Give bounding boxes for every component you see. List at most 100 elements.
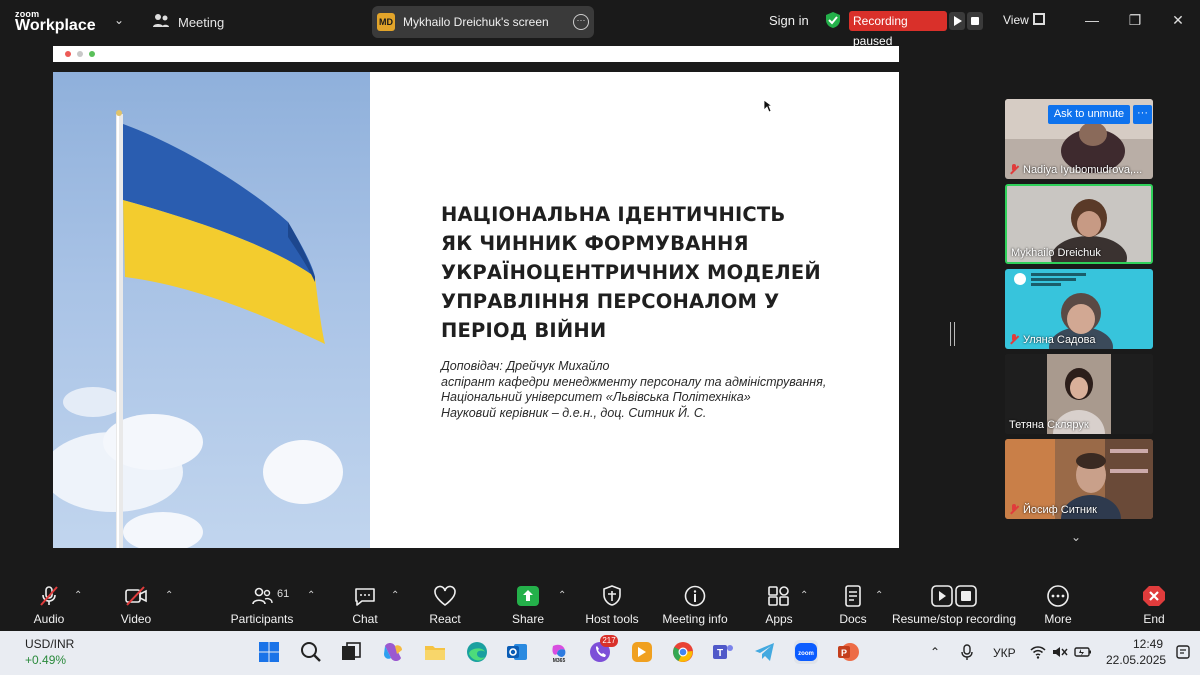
apps-button[interactable]: Apps bbox=[758, 576, 800, 630]
speaker-muted-icon[interactable] bbox=[1052, 645, 1068, 659]
file-explorer-icon[interactable] bbox=[423, 640, 447, 664]
edge-browser-icon[interactable] bbox=[465, 640, 489, 664]
notification-badge: 217 bbox=[600, 635, 618, 647]
participant-count: 61 bbox=[277, 588, 290, 600]
end-label: End bbox=[1143, 612, 1165, 626]
mic-off-icon bbox=[40, 586, 58, 606]
mic-muted-icon bbox=[1009, 164, 1019, 174]
ticker-name[interactable]: USD/INR bbox=[25, 637, 74, 651]
react-button[interactable]: React bbox=[424, 576, 466, 630]
chat-label: Chat bbox=[352, 612, 378, 626]
sign-in-link[interactable]: Sign in bbox=[769, 13, 809, 28]
restore-button[interactable]: ❐ bbox=[1125, 10, 1145, 30]
docs-options-caret-icon[interactable]: ⌃ bbox=[875, 590, 883, 601]
outlook-icon[interactable] bbox=[505, 640, 529, 664]
share-indicator[interactable]: MD Mykhailo Dreichuk's screen ··· bbox=[372, 6, 594, 38]
slide-title-line: НАЦІОНАЛЬНА ІДЕНТИЧНІСТЬ bbox=[441, 203, 786, 226]
meeting-tab[interactable]: Meeting bbox=[178, 15, 224, 30]
resume-stop-recording-button[interactable]: Resume/stop recording bbox=[890, 576, 1018, 630]
more-button[interactable]: More bbox=[1037, 576, 1079, 630]
participants-label: Participants bbox=[230, 612, 294, 626]
chrome-icon[interactable] bbox=[671, 640, 695, 664]
window-dot-green bbox=[89, 51, 95, 57]
mouse-cursor-icon bbox=[763, 99, 773, 113]
resume-recording-button[interactable] bbox=[949, 12, 965, 30]
tray-chevron-up-icon[interactable]: ⌃ bbox=[930, 645, 940, 659]
chevron-down-icon[interactable]: ⌄ bbox=[1071, 530, 1081, 544]
clock-date[interactable]: 22.05.2025 bbox=[1106, 653, 1166, 667]
battery-icon[interactable] bbox=[1074, 645, 1092, 659]
ukraine-flag-image bbox=[53, 72, 370, 548]
windows-start-icon[interactable] bbox=[257, 640, 281, 664]
meeting-info-button[interactable]: Meeting info bbox=[659, 576, 731, 630]
minimize-button[interactable]: — bbox=[1082, 10, 1102, 30]
telegram-icon[interactable] bbox=[753, 640, 777, 664]
task-view-icon[interactable] bbox=[339, 640, 363, 664]
input-language[interactable]: УКР bbox=[993, 646, 1016, 660]
info-icon bbox=[684, 585, 706, 607]
share-button[interactable]: Share bbox=[507, 576, 549, 630]
chat-button[interactable]: Chat bbox=[345, 576, 385, 630]
notifications-icon[interactable] bbox=[1176, 645, 1190, 659]
m365-icon[interactable]: M365 bbox=[547, 640, 571, 664]
participant-tile[interactable]: Ask to unmute ··· Nadiya Iyubomudrova,..… bbox=[1005, 99, 1153, 179]
audio-label: Audio bbox=[33, 612, 65, 626]
powerpoint-icon[interactable]: P bbox=[836, 640, 860, 664]
speaker-line: Науковий керівник – д.е.н., доц. Ситник … bbox=[441, 405, 707, 420]
shield-check-icon[interactable] bbox=[824, 11, 842, 29]
video-options-caret-icon[interactable]: ⌃ bbox=[165, 590, 173, 601]
participant-more-button[interactable]: ··· bbox=[1133, 105, 1152, 124]
grid-icon[interactable] bbox=[1033, 13, 1045, 25]
participant-name-text: Nadiya Iyubomudrova,... bbox=[1023, 164, 1143, 176]
svg-text:M365: M365 bbox=[553, 658, 566, 664]
participant-tile[interactable]: Тетяна Склярук bbox=[1005, 354, 1153, 434]
participant-tile-active[interactable]: Mykhailo Dreichuk bbox=[1005, 184, 1153, 264]
slide-title-line: ПЕРІОД ВІЙНИ bbox=[441, 319, 607, 342]
participant-name: Nadiya Iyubomudrova,... bbox=[1009, 164, 1142, 176]
docs-button[interactable]: Docs bbox=[832, 576, 874, 630]
svg-text:zoom: zoom bbox=[798, 651, 814, 657]
clock-time[interactable]: 12:49 bbox=[1133, 637, 1163, 651]
audio-button[interactable]: Audio bbox=[22, 576, 76, 630]
ask-to-unmute-button[interactable]: Ask to unmute bbox=[1048, 105, 1130, 124]
share-options-caret-icon[interactable]: ⌃ bbox=[558, 590, 566, 601]
recording-app-icon[interactable] bbox=[630, 640, 654, 664]
end-meeting-button[interactable]: End bbox=[1134, 576, 1174, 630]
more-icon bbox=[1047, 585, 1069, 607]
close-window-button[interactable]: ✕ bbox=[1168, 10, 1188, 30]
recording-status-badge: Recording paused bbox=[849, 11, 947, 48]
wifi-icon[interactable] bbox=[1030, 645, 1046, 659]
shared-slide[interactable]: НАЦІОНАЛЬНА ІДЕНТИЧНІСТЬ ЯК ЧИННИК ФОРМУ… bbox=[53, 72, 899, 548]
title-bar: zoom Workplace ⌄ Meeting MD Mykhailo Dre… bbox=[0, 0, 1200, 48]
speaker-line: Національний університет «Львівська Полі… bbox=[441, 390, 751, 404]
participant-name: Уляна Садова bbox=[1009, 334, 1095, 346]
participant-name: Тетяна Склярук bbox=[1009, 419, 1089, 431]
apps-options-caret-icon[interactable]: ⌃ bbox=[800, 590, 808, 601]
view-button[interactable]: View bbox=[1003, 13, 1029, 27]
panel-resize-handle[interactable] bbox=[950, 322, 955, 346]
copilot-icon[interactable] bbox=[381, 640, 405, 664]
search-icon[interactable] bbox=[299, 640, 323, 664]
more-options-icon[interactable]: ··· bbox=[573, 14, 589, 30]
stop-recording-button[interactable] bbox=[967, 12, 983, 30]
participant-tile[interactable]: Уляна Садова bbox=[1005, 269, 1153, 349]
window-dot-red bbox=[65, 51, 71, 57]
participants-options-caret-icon[interactable]: ⌃ bbox=[307, 590, 315, 601]
audio-options-caret-icon[interactable]: ⌃ bbox=[74, 590, 82, 601]
chevron-down-icon[interactable]: ⌄ bbox=[114, 13, 124, 27]
host-tools-button[interactable]: Host tools bbox=[583, 576, 641, 630]
chat-options-caret-icon[interactable]: ⌃ bbox=[391, 590, 399, 601]
shield-icon bbox=[603, 585, 621, 606]
participants-button[interactable]: Participants bbox=[228, 576, 296, 630]
participants-icon bbox=[252, 587, 273, 605]
microphone-icon[interactable] bbox=[960, 644, 974, 660]
apps-label: Apps bbox=[765, 612, 793, 626]
participant-tile[interactable]: Йосиф Ситник bbox=[1005, 439, 1153, 519]
people-icon bbox=[153, 14, 169, 27]
zoom-app-icon[interactable]: zoom bbox=[794, 640, 818, 664]
chat-icon bbox=[355, 588, 375, 606]
share-label: Share bbox=[511, 612, 545, 626]
teams-icon[interactable]: T bbox=[711, 640, 735, 664]
video-button[interactable]: Video bbox=[110, 576, 162, 630]
docs-label: Docs bbox=[839, 612, 867, 626]
